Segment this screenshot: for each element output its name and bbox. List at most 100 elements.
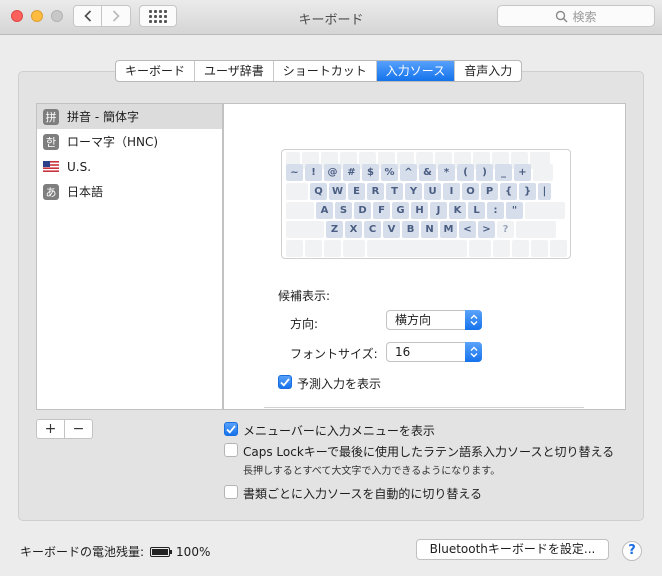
key: P [481,183,498,200]
key: Q [310,183,327,200]
battery-icon [150,546,173,557]
auto-switch-checkbox[interactable] [224,485,238,499]
hangul-icon: 한 [43,133,59,150]
key: R [367,183,384,200]
key: " [506,202,523,219]
key: & [419,164,436,181]
add-source-button[interactable]: + [37,420,65,438]
key: + [514,164,531,181]
key: _ [495,164,512,181]
search-icon [556,10,569,23]
menu-bar-label: メニューバーに入力メニューを表示 [243,424,435,438]
keyboard-layout-preview: ~ ! @ # $ % ^ & * ( ) _ + Q W E R T Y U … [281,149,571,259]
orientation-value: 横方向 [395,313,432,327]
key: S [335,202,352,219]
key: ) [476,164,493,181]
key: ? [497,221,514,238]
font-size-popup[interactable]: 16 [386,342,482,362]
divider [264,407,584,408]
key: { [500,183,517,200]
key-blank [525,202,565,219]
list-item-pinyin[interactable]: 拼 拼音 - 簡体字 [37,104,222,129]
key: J [430,202,447,219]
key: : [487,202,504,219]
font-size-label: フォントサイズ: [290,347,378,361]
key: M [440,221,457,238]
key-blank [343,240,365,257]
updown-arrows-icon [465,310,482,330]
key-blank [367,240,467,257]
key: > [478,221,495,238]
key: L [468,202,485,219]
search-field[interactable]: 検索 [497,5,655,27]
caps-lock-checkbox[interactable] [224,443,238,457]
list-item-japanese[interactable]: あ 日本語 [37,179,222,204]
key: V [383,221,400,238]
key: Y [405,183,422,200]
input-source-detail: ~ ! @ # $ % ^ & * ( ) _ + Q W E R T Y U … [223,103,626,410]
key-blank [286,202,314,219]
key: W [329,183,346,200]
key: T [386,183,403,200]
key: D [354,202,371,219]
font-size-value: 16 [395,345,411,359]
key: Z [326,221,343,238]
key: ~ [286,164,303,181]
caps-lock-label: Caps Lockキーで最後に使用したラテン語系入力ソースと切り替える [243,445,615,459]
tab-shortcuts[interactable]: ショートカット [274,61,377,81]
key: K [449,202,466,219]
key: < [459,221,476,238]
bluetooth-keyboard-setup-button[interactable]: Bluetoothキーボードを設定... [416,539,609,560]
key: A [316,202,333,219]
battery-level: 100% [176,544,211,559]
key: } [519,183,536,200]
key: F [373,202,390,219]
battery-status: キーボードの電池残量: 100% [20,543,210,560]
list-item-us[interactable]: U.S. [37,154,222,179]
key-blank [305,240,322,257]
remove-source-button[interactable]: − [65,420,92,438]
tab-dictation[interactable]: 音声入力 [455,61,521,81]
predictive-checkbox[interactable] [278,375,292,389]
key-blank [550,240,567,257]
title-bar: キーボード 検索 [0,0,662,35]
auto-switch-label: 書類ごとに入力ソースを自動的に切り替える [243,487,483,501]
key: N [421,221,438,238]
key-blank [512,240,529,257]
key: U [424,183,441,200]
tab-user-dictionary[interactable]: ユーザ辞書 [195,61,274,81]
tab-keyboard[interactable]: キーボード [116,61,196,81]
caps-lock-note: 長押しするとすべて大文字で入力できるようになります。 [243,466,501,477]
key: * [438,164,455,181]
key-blank [286,240,303,257]
menu-bar-checkbox[interactable] [224,422,238,436]
key: @ [324,164,341,181]
key-blank [469,240,491,257]
predictive-label: 予測入力を表示 [297,377,382,391]
checkmark-icon [226,424,236,434]
key-blank [324,240,341,257]
key-blank [516,221,556,238]
key: | [538,183,551,200]
key-blank [286,221,324,238]
keyboard-preferences-window: キーボード 検索 キーボード ユーザ辞書 ショートカット 入力ソース 音声入力 … [0,0,662,576]
hiragana-icon: あ [43,183,59,200]
key-blank [493,240,510,257]
key-blank [286,183,308,200]
key: O [462,183,479,200]
key-blank [533,164,553,181]
battery-label: キーボードの電池残量: [20,545,145,559]
help-button[interactable]: ? [622,541,642,561]
list-item-romaja[interactable]: 한 ローマ字（HNC) [37,129,222,154]
input-source-list: 拼 拼音 - 簡体字 한 ローマ字（HNC) U.S. あ 日本語 [36,103,223,410]
key: C [364,221,381,238]
checkmark-icon [280,377,290,387]
orientation-popup[interactable]: 横方向 [386,310,482,330]
key: X [345,221,362,238]
search-placeholder: 検索 [572,9,597,24]
key: B [402,221,419,238]
key-blank [531,240,548,257]
key: H [411,202,428,219]
tab-input-sources[interactable]: 入力ソース [376,61,456,81]
list-item-label: 日本語 [67,185,104,199]
